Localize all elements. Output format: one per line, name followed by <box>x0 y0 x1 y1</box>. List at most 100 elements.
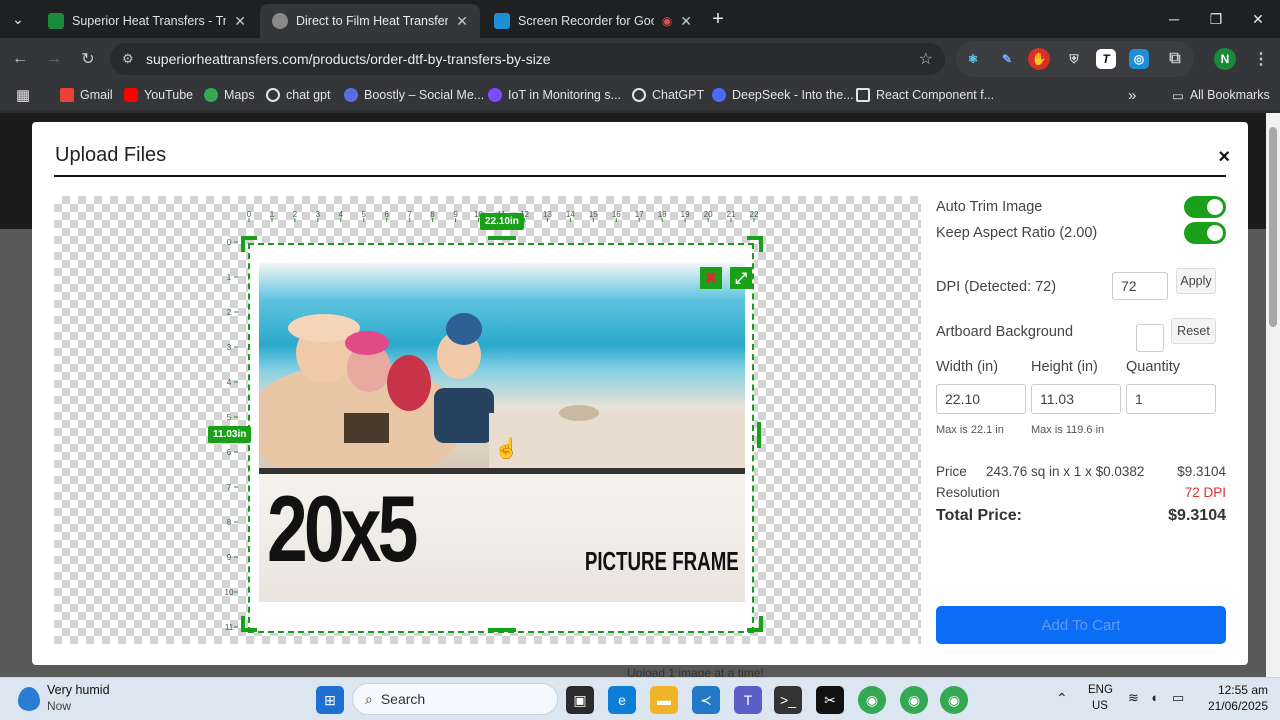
resolution-label: Resolution <box>936 485 1000 500</box>
tab-superior-heat[interactable]: Superior Heat Transfers - Trimly ✕ <box>36 4 258 38</box>
profile-avatar[interactable]: N <box>1214 48 1236 70</box>
trimly-favicon-icon <box>48 13 64 29</box>
typography-icon[interactable]: T <box>1096 49 1116 69</box>
maximize-icon[interactable]: ❐ <box>1194 0 1238 38</box>
dpi-label: DPI (Detected: 72) <box>936 279 1057 295</box>
tab-search-icon[interactable]: ⌄ <box>0 0 36 38</box>
forward-icon[interactable]: → <box>42 47 66 71</box>
expand-icon[interactable]: ⤢ <box>730 267 752 289</box>
windows-start-icon[interactable]: ⊞ <box>316 686 344 714</box>
resize-handle-right[interactable] <box>757 422 761 448</box>
bookmark-chat-gpt[interactable]: chat gpt <box>266 85 330 105</box>
more-bookmarks-icon[interactable]: » <box>1128 85 1136 105</box>
folder-icon: ▭ <box>1172 88 1184 103</box>
ruler-h-label: 22 <box>750 210 759 219</box>
color-picker-icon[interactable]: ✎ <box>994 46 1020 72</box>
clock-time[interactable]: 12:55 am <box>1206 683 1268 697</box>
adblock-icon[interactable]: ✋ <box>1028 48 1050 70</box>
capcut-icon[interactable]: ✂ <box>816 686 844 714</box>
menu-kebab-icon[interactable]: ⋮ <box>1248 46 1274 72</box>
bookmark-gmail[interactable]: Gmail <box>60 85 113 105</box>
close-tab-icon[interactable]: ✕ <box>234 13 246 30</box>
minimize-icon[interactable]: ─ <box>1152 0 1196 38</box>
lang-top[interactable]: ENG <box>1088 684 1113 696</box>
apps-grid-icon[interactable]: ▦ <box>16 85 30 105</box>
keep-aspect-toggle[interactable] <box>1184 222 1226 244</box>
resize-handle-tr[interactable] <box>759 236 763 252</box>
back-icon[interactable]: ← <box>8 47 32 71</box>
battery-icon[interactable]: ▭ <box>1172 690 1184 706</box>
resize-handle-bl[interactable] <box>241 616 245 632</box>
extensions-puzzle-icon[interactable]: ⧉ <box>1162 46 1188 72</box>
teams-icon[interactable]: T <box>734 686 762 714</box>
close-tab-icon[interactable]: ✕ <box>680 13 692 30</box>
task-view-icon[interactable]: ▣ <box>566 686 594 714</box>
ruler-v-label: 10 <box>225 588 234 597</box>
bookmark-boostly[interactable]: Boostly – Social Me... <box>344 85 484 105</box>
site-info-icon[interactable]: ⚙ <box>122 51 134 67</box>
all-bookmarks[interactable]: ▭ All Bookmarks <box>1172 85 1270 105</box>
bookmark-label: DeepSeek - Into the... <box>732 88 854 102</box>
ruler-v-label: 0 <box>227 238 232 247</box>
delete-image-icon[interactable]: ✖ <box>700 267 722 289</box>
resize-handle-top[interactable] <box>488 236 516 240</box>
weather-title[interactable]: Very humid <box>47 683 110 697</box>
bookmark-star-icon[interactable]: ☆ <box>919 49 933 69</box>
add-to-cart-button[interactable]: Add To Cart <box>936 606 1226 644</box>
bookmark-label: IoT in Monitoring s... <box>508 88 622 102</box>
height-input[interactable]: 11.03 <box>1031 384 1121 414</box>
mouse-cursor-icon: ☝ <box>494 438 519 460</box>
bookmark-react[interactable]: React Component f... <box>856 85 994 105</box>
width-input[interactable]: 22.10 <box>936 384 1026 414</box>
terminal-icon[interactable]: >_ <box>774 686 802 714</box>
modal-title: Upload Files <box>55 144 167 166</box>
bookmark-maps[interactable]: Maps <box>204 85 255 105</box>
chrome-profile-2-icon[interactable]: ◉ <box>900 686 928 714</box>
artboard-color-swatch[interactable] <box>1136 324 1164 352</box>
taskbar-search[interactable]: ⌕ Search <box>352 683 558 715</box>
bookmark-chatgpt[interactable]: ChatGPT <box>632 85 704 105</box>
vscode-icon[interactable]: ≺ <box>692 686 720 714</box>
ruler-h-label: 16 <box>612 210 621 219</box>
bookmark-label: YouTube <box>144 88 194 102</box>
edge-icon[interactable]: e <box>608 686 636 714</box>
new-tab-button[interactable]: + <box>700 0 736 38</box>
resize-handle-tl[interactable] <box>241 236 245 252</box>
react-devtools-icon[interactable]: ⚛ <box>960 46 986 72</box>
ruler-h-label: 21 <box>727 210 736 219</box>
quantity-input[interactable]: 1 <box>1126 384 1216 414</box>
shield-icon[interactable]: ⛨ <box>1061 46 1087 72</box>
auto-trim-toggle[interactable] <box>1184 196 1226 218</box>
wifi-icon[interactable]: ≋ <box>1128 690 1139 706</box>
ruler-v-label: 7 <box>227 483 232 492</box>
bookmark-deepseek[interactable]: DeepSeek - Into the... <box>712 85 854 105</box>
resize-handle-bottom[interactable] <box>488 628 516 632</box>
page-scrollbar[interactable] <box>1266 113 1280 677</box>
chrome-profile-1-icon[interactable]: ◉ <box>858 686 886 714</box>
tray-overflow-icon[interactable]: ⌃ <box>1056 690 1068 707</box>
close-tab-icon[interactable]: ✕ <box>456 13 468 30</box>
bookmark-youtube[interactable]: YouTube <box>124 85 193 105</box>
screen-recorder-ext-icon[interactable]: ◎ <box>1129 49 1149 69</box>
ruler-v-label: 4 <box>227 378 232 387</box>
dpi-input[interactable]: 72 <box>1112 272 1168 300</box>
volume-icon[interactable]: ◖ <box>1150 690 1158 705</box>
ruler-h-label: 17 <box>635 210 644 219</box>
tab-screen-recorder[interactable]: Screen Recorder for Google ◉ ✕ <box>482 4 704 38</box>
address-bar[interactable]: ⚙ superiorheattransfers.com/products/ord… <box>110 43 945 75</box>
resize-handle-br[interactable] <box>759 616 763 632</box>
reset-button[interactable]: Reset <box>1171 318 1216 344</box>
tab-direct-to-film[interactable]: Direct to Film Heat Transfers By ✕ <box>260 4 480 38</box>
height-label: Height (in) <box>1031 359 1098 375</box>
title-divider <box>54 175 1226 177</box>
close-window-icon[interactable]: ✕ <box>1236 0 1280 38</box>
reload-icon[interactable]: ↻ <box>76 47 100 71</box>
bookmark-label: Boostly – Social Me... <box>364 88 485 102</box>
close-modal-button[interactable]: × <box>1218 146 1230 169</box>
scrollbar-thumb[interactable] <box>1269 127 1277 327</box>
apply-button[interactable]: Apply <box>1176 268 1216 294</box>
chrome-profile-3-icon[interactable]: ◉ <box>940 686 968 714</box>
bookmark-iot[interactable]: IoT in Monitoring s... <box>488 85 621 105</box>
artboard-canvas[interactable]: 012345678910111213141516171819202122 012… <box>54 196 921 644</box>
file-explorer-icon[interactable]: ▬ <box>650 686 678 714</box>
